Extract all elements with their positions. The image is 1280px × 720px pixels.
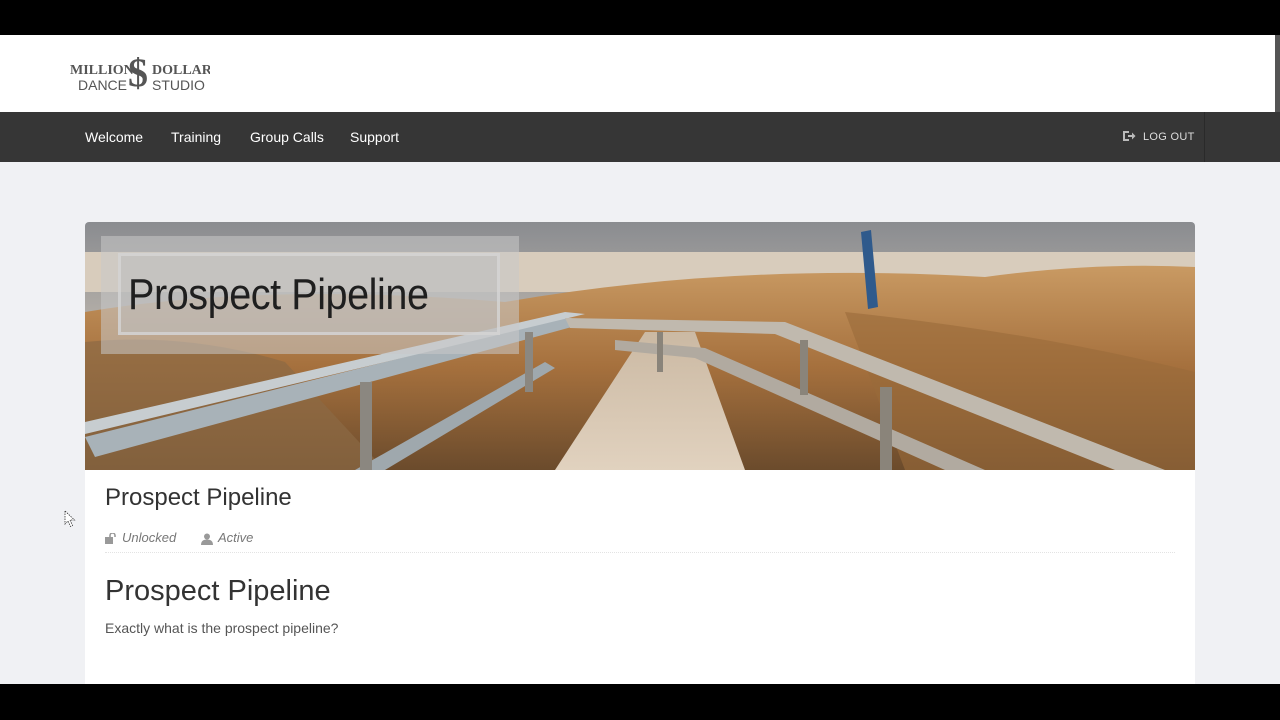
site-logo[interactable]: MILLION $ DOLLAR DANCE STUDIO [70,55,210,97]
section-heading: Prospect Pipeline [105,575,331,607]
banner-title: Prospect Pipeline [128,270,429,319]
logout-label: LOG OUT [1143,131,1195,143]
svg-text:$: $ [128,55,148,95]
scrollbar[interactable] [1275,35,1280,115]
sign-out-icon [1123,131,1136,141]
svg-text:STUDIO: STUDIO [152,77,205,93]
lesson-banner-image: Prospect Pipeline [85,222,1195,473]
site-header: MILLION $ DOLLAR DANCE STUDIO [0,35,1280,115]
lock-status-label: Unlocked [122,530,177,545]
nav-item-welcome[interactable]: Welcome [85,112,143,162]
nav-item-training[interactable]: Training [171,112,221,162]
main-nav: Welcome Training Group Calls Support LOG… [0,112,1280,162]
user-icon [201,533,213,545]
unlock-icon [105,533,116,544]
svg-text:MILLION: MILLION [70,63,134,78]
logout-button[interactable]: LOG OUT [1122,112,1205,162]
nav-item-support[interactable]: Support [350,112,399,162]
activity-status-label: Active [218,530,254,545]
svg-text:DANCE: DANCE [78,77,127,93]
lesson-title: Prospect Pipeline [105,484,292,511]
browser-viewport: MILLION $ DOLLAR DANCE STUDIO Welcome Tr… [0,35,1280,684]
svg-text:DOLLAR: DOLLAR [152,63,210,78]
nav-item-group-calls[interactable]: Group Calls [250,112,324,162]
mouse-cursor-icon [64,510,76,528]
divider [105,552,1175,553]
lesson-body-text: Exactly what is the prospect pipeline? [105,620,339,636]
lesson-content-card: Prospect Pipeline Unlocked Active Prospe… [85,470,1195,684]
